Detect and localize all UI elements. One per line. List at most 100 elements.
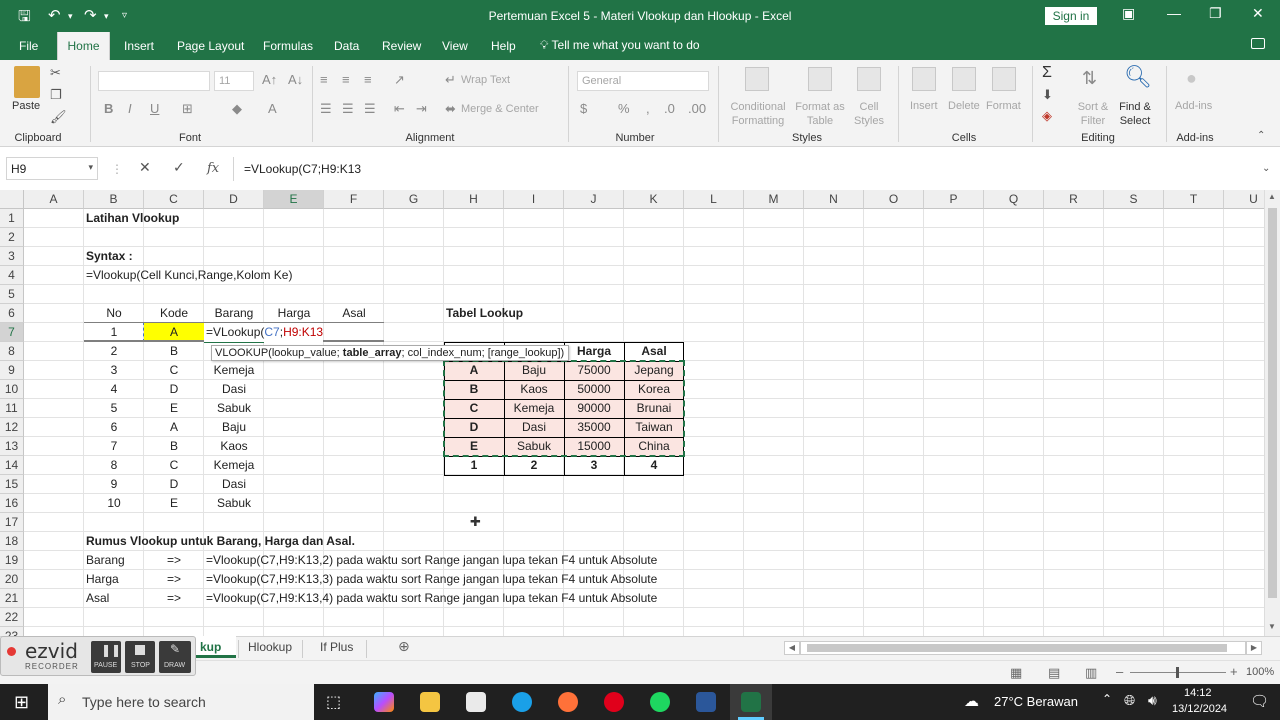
formula-input[interactable]: =VLookup(C7;H9:K13 [244, 162, 361, 176]
row-header-17[interactable]: 17 [0, 513, 24, 532]
tab-formulas[interactable]: Formulas [263, 39, 313, 53]
align-bottom-icon[interactable]: ≡ [364, 72, 372, 87]
tab-file[interactable]: File [19, 39, 38, 53]
orientation-icon[interactable]: ↗ [394, 72, 405, 88]
comma-style-icon[interactable]: , [646, 101, 650, 116]
cell-kode[interactable]: C [144, 361, 204, 380]
scroll-up-icon[interactable]: ▲ [1268, 192, 1276, 201]
cell-lookup-kode[interactable]: E [444, 437, 504, 456]
insert-cells-button[interactable]: Insert [910, 100, 938, 112]
comments-icon[interactable] [1251, 38, 1265, 49]
increase-decimal-icon[interactable]: .0 [664, 101, 675, 116]
file-explorer-icon[interactable] [420, 692, 440, 712]
add-sheet-icon[interactable]: ⊕ [398, 638, 410, 655]
cell-lookup-barang[interactable]: Dasi [504, 418, 564, 437]
bold-icon[interactable]: B [104, 101, 113, 116]
column-header-g[interactable]: G [384, 190, 444, 209]
addins-button[interactable]: Add-ins [1175, 100, 1212, 112]
cell-lookup-asal[interactable]: China [624, 437, 684, 456]
cancel-icon[interactable]: ✕ [139, 159, 151, 176]
normal-view-icon[interactable]: ▦ [1010, 665, 1022, 681]
cell-barang[interactable]: Sabuk [204, 494, 264, 513]
sheet-tab-vlookup[interactable]: kup [200, 640, 221, 654]
wrap-text-button[interactable]: Wrap Text [461, 74, 510, 86]
edge-icon[interactable] [512, 692, 532, 712]
cell-lookup-harga[interactable]: 90000 [564, 399, 624, 418]
cell-title[interactable]: Latihan Vlookup [84, 209, 179, 228]
row-header-20[interactable]: 20 [0, 570, 24, 589]
paste-icon[interactable] [14, 66, 40, 98]
row-header-13[interactable]: 13 [0, 437, 24, 456]
cell-no[interactable]: 7 [84, 437, 144, 456]
sort-filter-button[interactable]: Sort & Filter [1074, 100, 1112, 128]
row-header-22[interactable]: 22 [0, 608, 24, 627]
cell-lookup-title[interactable]: Tabel Lookup [444, 304, 523, 323]
format-painter-icon[interactable]: 🖌︎ [50, 109, 67, 125]
tab-data[interactable]: Data [334, 39, 359, 53]
draw-button[interactable]: ✎ DRAW [159, 641, 191, 673]
row-header-6[interactable]: 6 [0, 304, 24, 323]
fill-icon[interactable]: ⬇ [1042, 87, 1053, 103]
conditional-formatting-button[interactable]: Conditional Formatting [726, 100, 790, 128]
minimize-icon[interactable]: — [1167, 5, 1181, 21]
wrap-text-icon[interactable]: ↵ [445, 72, 456, 88]
find-select-button[interactable]: Find & Select [1114, 100, 1156, 128]
cell-col-index[interactable]: 4 [624, 456, 684, 475]
column-header-s[interactable]: S [1104, 190, 1164, 209]
restore-icon[interactable]: ❐ [1209, 5, 1222, 22]
cell-rumus-arrow[interactable]: => [144, 551, 204, 570]
firefox-icon[interactable] [558, 692, 578, 712]
cell-lookup-kode[interactable]: B [444, 380, 504, 399]
cell-lookup-harga[interactable]: 50000 [564, 380, 624, 399]
zoom-in-icon[interactable]: + [1230, 664, 1238, 679]
cell-kode[interactable]: C [144, 456, 204, 475]
row-header-1[interactable]: 1 [0, 209, 24, 228]
excel-icon[interactable] [741, 692, 761, 712]
row-header-4[interactable]: 4 [0, 266, 24, 285]
cell-lookup-harga[interactable]: 75000 [564, 361, 624, 380]
column-header-k[interactable]: K [624, 190, 684, 209]
align-right-icon[interactable]: ☰ [364, 101, 376, 117]
cell-lookup-asal[interactable]: Korea [624, 380, 684, 399]
cell-lookup-harga[interactable]: 35000 [564, 418, 624, 437]
row-header-18[interactable]: 18 [0, 532, 24, 551]
cell-kode[interactable]: B [144, 437, 204, 456]
accounting-format-icon[interactable]: $ [580, 101, 587, 116]
tab-view[interactable]: View [442, 39, 468, 53]
horizontal-scrollbar[interactable] [800, 641, 1246, 655]
conditional-formatting-icon[interactable] [745, 67, 769, 91]
cell-header-4[interactable]: Asal [324, 304, 384, 323]
cell-lookup-barang[interactable]: Kemeja [504, 399, 564, 418]
stop-button[interactable]: STOP [125, 641, 155, 673]
column-header-m[interactable]: M [744, 190, 804, 209]
cell-header-3[interactable]: Harga [264, 304, 324, 323]
row-header-5[interactable]: 5 [0, 285, 24, 304]
format-as-table-icon[interactable] [808, 67, 832, 91]
cell-styles-icon[interactable] [857, 67, 881, 91]
cell-rumus-label[interactable]: Harga [84, 570, 119, 589]
sort-filter-icon[interactable]: ⇅ [1082, 68, 1097, 89]
underline-icon[interactable]: U [150, 101, 159, 116]
cell-rumus-arrow[interactable]: => [144, 589, 204, 608]
sheet-tab-hlookup[interactable]: Hlookup [248, 640, 292, 654]
font-color-icon[interactable]: A [268, 101, 277, 116]
tell-me-search[interactable]: 💡︎ Tell me what you want to do [540, 38, 700, 53]
tray-chevron-icon[interactable]: ⌃ [1102, 692, 1112, 706]
row-header-23[interactable]: 23 [0, 627, 24, 636]
column-header-p[interactable]: P [924, 190, 984, 209]
spotify-icon[interactable] [650, 692, 670, 712]
decrease-decimal-icon[interactable]: .00 [688, 101, 706, 116]
column-header-n[interactable]: N [804, 190, 864, 209]
name-box[interactable]: H9 ▾ [6, 157, 98, 180]
volume-icon[interactable]: 🔊︎ [1148, 692, 1157, 709]
insert-function-icon[interactable]: fx [207, 161, 219, 176]
cell-lookup-kode[interactable]: A [444, 361, 504, 380]
collapse-ribbon-icon[interactable]: ⌃ [1257, 130, 1265, 141]
enter-icon[interactable]: ✓ [173, 159, 185, 176]
cell-no[interactable]: 9 [84, 475, 144, 494]
windows-start-icon[interactable]: ⊞ [14, 692, 29, 713]
column-header-q[interactable]: Q [984, 190, 1044, 209]
cell-rumus-arrow[interactable]: => [144, 570, 204, 589]
cell-barang[interactable]: Kemeja [204, 456, 264, 475]
close-icon[interactable]: ✕ [1252, 5, 1264, 22]
